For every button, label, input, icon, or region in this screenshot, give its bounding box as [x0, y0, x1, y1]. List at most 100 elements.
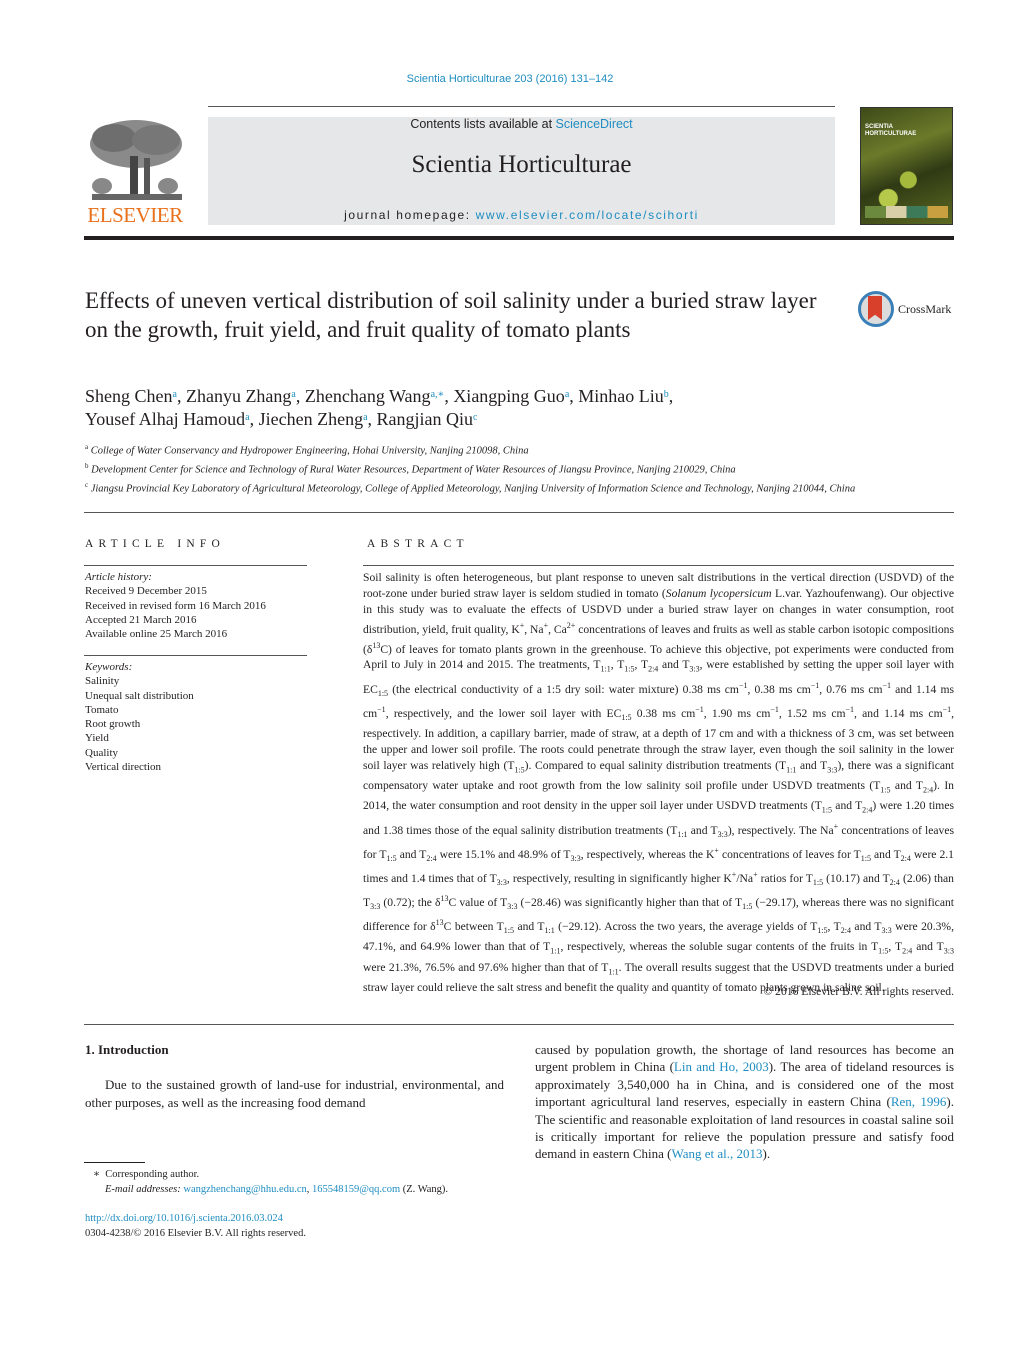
contents-prefix: Contents lists available at: [410, 117, 556, 131]
author-separator: ,: [249, 409, 259, 429]
author[interactable]: Zhanyu Zhanga: [186, 386, 296, 406]
author-affiliation-mark[interactable]: b: [664, 389, 669, 400]
affiliation-key: b: [85, 462, 89, 470]
abstract-copyright: © 2016 Elsevier B.V. All rights reserved…: [763, 985, 954, 998]
keywords-label: Keywords:: [85, 661, 133, 673]
history-item: Available online 25 March 2016: [85, 628, 228, 641]
header-thick-rule: [84, 236, 954, 240]
author[interactable]: Rangjian Qiuc: [377, 409, 478, 429]
author-affiliation-mark[interactable]: a: [291, 389, 295, 400]
cover-title: SCIENTIA HORTICULTURAE: [865, 124, 916, 138]
author[interactable]: Zhenchang Wanga,∗: [305, 386, 444, 406]
crossmark-label: CrossMark: [898, 302, 952, 316]
author-name: Minhao Liu: [578, 386, 664, 406]
author-affiliation-mark[interactable]: a: [245, 412, 249, 423]
doi-block: http://dx.doi.org/10.1016/j.scienta.2016…: [85, 1211, 525, 1241]
divider: [84, 1024, 954, 1025]
author-separator: ,: [668, 386, 674, 406]
affiliation-key: c: [85, 481, 89, 489]
footnote-mark: ∗: [92, 1169, 101, 1180]
abstract-heading: ABSTRACT: [367, 538, 469, 550]
reference-link[interactable]: Lin and Ho, 2003: [674, 1059, 769, 1074]
author[interactable]: Yousef Alhaj Hamouda: [85, 409, 250, 429]
affiliation-text: Development Center for Science and Techn…: [91, 464, 736, 476]
contents-line: Contents lists available at ScienceDirec…: [208, 117, 835, 131]
author-list: Sheng Chena, Zhanyu Zhanga, Zhenchang Wa…: [85, 385, 945, 431]
sciencedirect-link[interactable]: ScienceDirect: [556, 117, 633, 131]
author[interactable]: Sheng Chena: [85, 386, 177, 406]
text-run: ).: [762, 1146, 771, 1162]
cover-strip: [865, 206, 948, 218]
journal-name: Scientia Horticulturae: [411, 151, 632, 178]
author-separator: ,: [444, 386, 454, 406]
homepage-line: journal homepage: www.elsevier.com/locat…: [208, 208, 835, 222]
footnote-rule: [84, 1162, 145, 1163]
email-line: E-mail addresses: wangzhenchang@hhu.edu.…: [105, 1184, 449, 1195]
author-separator: ,: [176, 386, 186, 406]
introduction-paragraph: Due to the sustained growth of land-use …: [85, 1077, 504, 1110]
author-name: Yousef Alhaj Hamoud: [85, 409, 246, 429]
journal-cover-image[interactable]: SCIENTIA HORTICULTURAE: [860, 107, 953, 225]
elsevier-logo[interactable]: ELSEVIER: [84, 116, 186, 228]
cover-title-line1: SCIENTIA: [865, 124, 894, 130]
header-divider: [208, 106, 835, 107]
author-separator: ,: [367, 409, 377, 429]
keyword: Tomato: [85, 703, 119, 716]
cover-title-line2: HORTICULTURAE: [865, 131, 917, 137]
corresponding-author-label: Corresponding author.: [105, 1169, 200, 1180]
divider: [84, 565, 307, 566]
author-affiliation-mark[interactable]: a: [363, 412, 367, 423]
author[interactable]: Minhao Liub: [578, 386, 669, 406]
history-item: Received 9 December 2015: [85, 585, 207, 598]
corresponding-author-line: ∗ Corresponding author.: [85, 1167, 525, 1182]
journal-banner: Contents lists available at ScienceDirec…: [208, 117, 835, 225]
affiliation-text: College of Water Conservancy and Hydropo…: [90, 445, 529, 457]
email-owner: (Z. Wang).: [402, 1184, 449, 1195]
affiliation-text: Jiangsu Provincial Key Laboratory of Agr…: [90, 483, 856, 495]
email-link[interactable]: wangzhenchang@hhu.edu.cn: [183, 1184, 306, 1195]
email-label: E-mail addresses:: [105, 1184, 181, 1195]
issn-copyright: 0304-4238/© 2016 Elsevier B.V. All right…: [85, 1228, 306, 1239]
article-info-heading: ARTICLE INFO: [85, 538, 225, 550]
keyword: Yield: [85, 732, 109, 745]
author-name: Sheng Chen: [85, 386, 173, 406]
article-title: Effects of uneven vertical distribution …: [85, 288, 817, 342]
author-name: Jiechen Zheng: [258, 409, 364, 429]
author-name: Xiangping Guo: [453, 386, 565, 406]
author-name: Zhenchang Wang: [304, 386, 431, 406]
affiliations: a College of Water Conservancy and Hydro…: [85, 440, 945, 497]
journal-homepage-link[interactable]: www.elsevier.com/locate/scihorti: [476, 208, 699, 222]
crossmark-button[interactable]: CrossMark: [858, 291, 954, 329]
divider: [363, 565, 954, 566]
reference-link[interactable]: Wang et al., 2013: [671, 1146, 762, 1161]
author[interactable]: Xiangping Guoa: [453, 386, 569, 406]
abstract-text: Soil salinity is often heterogeneous, bu…: [363, 571, 955, 994]
affiliation: a College of Water Conservancy and Hydro…: [85, 440, 945, 459]
corresponding-author-footnote: ∗ Corresponding author. E-mail addresses…: [85, 1167, 525, 1197]
author-affiliation-mark[interactable]: a,∗: [431, 389, 445, 400]
homepage-prefix: journal homepage:: [344, 208, 476, 222]
author-separator: ,: [569, 386, 579, 406]
article-history: Article history: Received 9 December 201…: [85, 570, 315, 641]
keyword: Quality: [85, 746, 118, 759]
doi-link[interactable]: http://dx.doi.org/10.1016/j.scienta.2016…: [85, 1211, 525, 1226]
author[interactable]: Jiechen Zhenga: [259, 409, 368, 429]
email-link[interactable]: 165548159@qq.com: [312, 1184, 400, 1195]
author-name: Zhanyu Zhang: [185, 386, 292, 406]
history-item: Accepted 21 March 2016: [85, 613, 197, 626]
publisher-name: ELSEVIER: [87, 203, 183, 227]
affiliation: b Development Center for Science and Tec…: [85, 459, 945, 478]
author-affiliation-mark[interactable]: c: [473, 412, 477, 423]
affiliation-key: a: [85, 443, 89, 451]
journal-citation[interactable]: Scientia Horticulturae 203 (2016) 131–14…: [0, 73, 1020, 85]
author-affiliation-mark[interactable]: a: [565, 389, 569, 400]
author-affiliation-mark[interactable]: a: [173, 389, 177, 400]
introduction-heading: 1. Introduction: [85, 1042, 169, 1057]
author-separator: ,: [295, 386, 305, 406]
divider: [84, 512, 954, 513]
keyword: Salinity: [85, 675, 120, 688]
reference-link[interactable]: Ren, 1996: [891, 1094, 947, 1109]
affiliation: c Jiangsu Provincial Key Laboratory of A…: [85, 478, 945, 497]
keywords: Keywords: Salinity Unequal salt distribu…: [85, 660, 315, 774]
keyword: Unequal salt distribution: [85, 689, 194, 702]
